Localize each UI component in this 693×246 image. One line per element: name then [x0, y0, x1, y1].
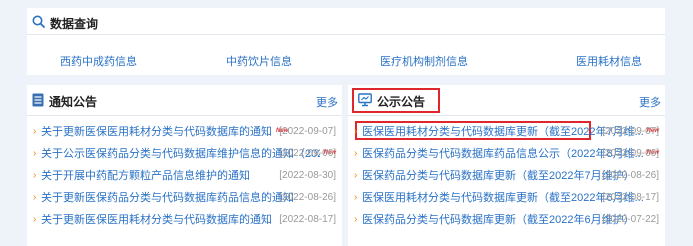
- public-item-date: [2022-07-22]: [602, 213, 659, 225]
- chevron-right-icon: ›: [33, 213, 37, 225]
- query-link-medical-consumables[interactable]: 医用耗材信息: [576, 53, 642, 69]
- monitor-icon: [358, 93, 372, 110]
- divider: [27, 34, 665, 35]
- list-item[interactable]: › 医保医用耗材分类与代码数据库更新（截至2022年7月维... New [20…: [354, 123, 659, 139]
- public-item-date: [2022-08-26]: [602, 169, 659, 181]
- notice-panel: 通知公告 更多 › 关于更新医保医用耗材分类与代码数据库的通知 New [202…: [27, 85, 342, 246]
- notice-item-date: [2022-08-17]: [279, 213, 336, 225]
- chevron-right-icon: ›: [33, 125, 37, 137]
- public-item-title[interactable]: 医保医用耗材分类与代码数据库更新（截至2022年7月维...: [362, 123, 643, 139]
- notice-item-title[interactable]: 关于更新医保医用耗材分类与代码数据库的通知: [41, 123, 272, 139]
- list-item[interactable]: › 关于公示医保药品分类与代码数据库维护信息的通知（202... New [20…: [33, 145, 336, 161]
- query-link-institution-preparations[interactable]: 医疗机构制剂信息: [380, 53, 468, 69]
- notice-item-title[interactable]: 关于更新医保医用耗材分类与代码数据库的通知: [41, 211, 272, 227]
- notice-item-date: [2022-09-07]: [279, 125, 336, 137]
- public-item-date: [2022-09-07]: [602, 125, 659, 137]
- public-title-group: 公示公告: [358, 93, 425, 110]
- search-icon: [32, 15, 45, 31]
- chevron-right-icon: ›: [33, 191, 37, 203]
- chevron-right-icon: ›: [354, 213, 358, 225]
- list-item[interactable]: › 医保医用耗材分类与代码数据库更新（截至2022年6月维... [2022-0…: [354, 189, 659, 205]
- public-item-date: [2022-09-06]: [602, 147, 659, 159]
- notice-item-title[interactable]: 关于更新医保药品分类与代码数据库药品信息的通知: [41, 189, 294, 205]
- list-item[interactable]: › 医保药品分类与代码数据库药品信息公示（2022年8月维... New [20…: [354, 145, 659, 161]
- list-item[interactable]: › 医保药品分类与代码数据库更新（截至2022年6月维护） [2022-07-2…: [354, 211, 659, 227]
- list-item[interactable]: › 关于更新医保药品分类与代码数据库药品信息的通知 [2022-08-26]: [33, 189, 336, 205]
- notice-title-group: 通知公告: [32, 93, 97, 110]
- list-item[interactable]: › 关于开展中药配方颗粒产品信息维护的通知 [2022-08-30]: [33, 167, 336, 183]
- chevron-right-icon: ›: [354, 191, 358, 203]
- notice-title: 通知公告: [49, 95, 98, 109]
- public-header: 公示公告 更多: [348, 85, 665, 115]
- list-item[interactable]: › 关于更新医保医用耗材分类与代码数据库的通知 New [2022-09-07]: [33, 123, 336, 139]
- notice-header: 通知公告 更多: [27, 85, 342, 115]
- chevron-right-icon: ›: [354, 125, 358, 137]
- data-query-header: 数据查询: [32, 13, 98, 33]
- public-item-title[interactable]: 医保药品分类与代码数据库更新（截至2022年6月维护）: [362, 211, 635, 227]
- chevron-right-icon: ›: [354, 147, 358, 159]
- divider: [27, 115, 342, 116]
- notice-more-link[interactable]: 更多: [316, 94, 338, 110]
- notice-item-title[interactable]: 关于公示医保药品分类与代码数据库维护信息的通知（202...: [41, 145, 320, 161]
- public-item-date: [2022-08-17]: [602, 191, 659, 203]
- notice-item-date: [2022-09-06]: [279, 147, 336, 159]
- chevron-right-icon: ›: [33, 147, 37, 159]
- data-query-title: 数据查询: [50, 16, 99, 31]
- query-link-western-medicine[interactable]: 西药中成药信息: [60, 53, 137, 69]
- notice-item-date: [2022-08-26]: [279, 191, 336, 203]
- chevron-right-icon: ›: [354, 169, 358, 181]
- list-item[interactable]: › 关于更新医保医用耗材分类与代码数据库的通知 [2022-08-17]: [33, 211, 336, 227]
- query-link-herbal-pieces[interactable]: 中药饮片信息: [226, 53, 292, 69]
- public-announcement-panel: 公示公告 更多 › 医保医用耗材分类与代码数据库更新（截至2022年7月维...…: [348, 85, 665, 246]
- divider: [348, 115, 665, 116]
- data-query-panel: 数据查询 西药中成药信息 中药饮片信息 医疗机构制剂信息 医用耗材信息: [27, 8, 665, 75]
- notice-item-title[interactable]: 关于开展中药配方颗粒产品信息维护的通知: [41, 167, 250, 183]
- list-item[interactable]: › 医保药品分类与代码数据库更新（截至2022年7月维护） [2022-08-2…: [354, 167, 659, 183]
- notice-item-date: [2022-08-30]: [279, 169, 336, 181]
- public-title: 公示公告: [377, 95, 426, 109]
- public-more-link[interactable]: 更多: [639, 94, 661, 110]
- chevron-right-icon: ›: [33, 169, 37, 181]
- public-item-title[interactable]: 医保药品分类与代码数据库更新（截至2022年7月维护）: [362, 167, 635, 183]
- document-list-icon: [32, 93, 44, 110]
- public-item-title[interactable]: 医保药品分类与代码数据库药品信息公示（2022年8月维...: [362, 145, 643, 161]
